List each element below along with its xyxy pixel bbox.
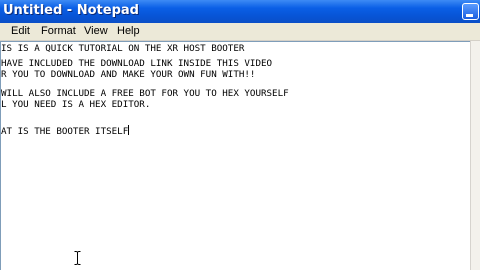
document-line: R YOU TO DOWNLOAD AND MAKE YOUR OWN FUN … [1,69,256,80]
document-line: WILL ALSO INCLUDE A FREE BOT FOR YOU TO … [1,88,289,99]
window-title: Untitled - Notepad [3,3,139,18]
document-line: IS IS A QUICK TUTORIAL ON THE XR HOST BO… [1,43,245,54]
document-line-with-caret: AT IS THE BOOTER ITSELF [1,125,130,137]
document-line: AT IS THE BOOTER ITSELF [1,126,129,137]
document-line: L YOU NEED IS A HEX EDITOR. [1,99,151,110]
text-ibeam-cursor-icon [74,251,81,265]
vertical-scrollbar[interactable] [470,41,480,270]
menu-edit[interactable]: Edit [11,25,30,37]
menu-bar: Edit Format View Help [0,23,480,41]
document-line: HAVE INCLUDED THE DOWNLOAD LINK INSIDE T… [1,58,273,69]
title-bar[interactable]: Untitled - Notepad [0,0,480,23]
minimize-icon[interactable] [462,3,479,20]
text-editor-area[interactable]: IS IS A QUICK TUTORIAL ON THE XR HOST BO… [0,41,470,270]
menu-view[interactable]: View [84,25,108,37]
menu-help[interactable]: Help [117,25,140,37]
menu-format[interactable]: Format [41,25,76,37]
text-caret [128,125,130,135]
